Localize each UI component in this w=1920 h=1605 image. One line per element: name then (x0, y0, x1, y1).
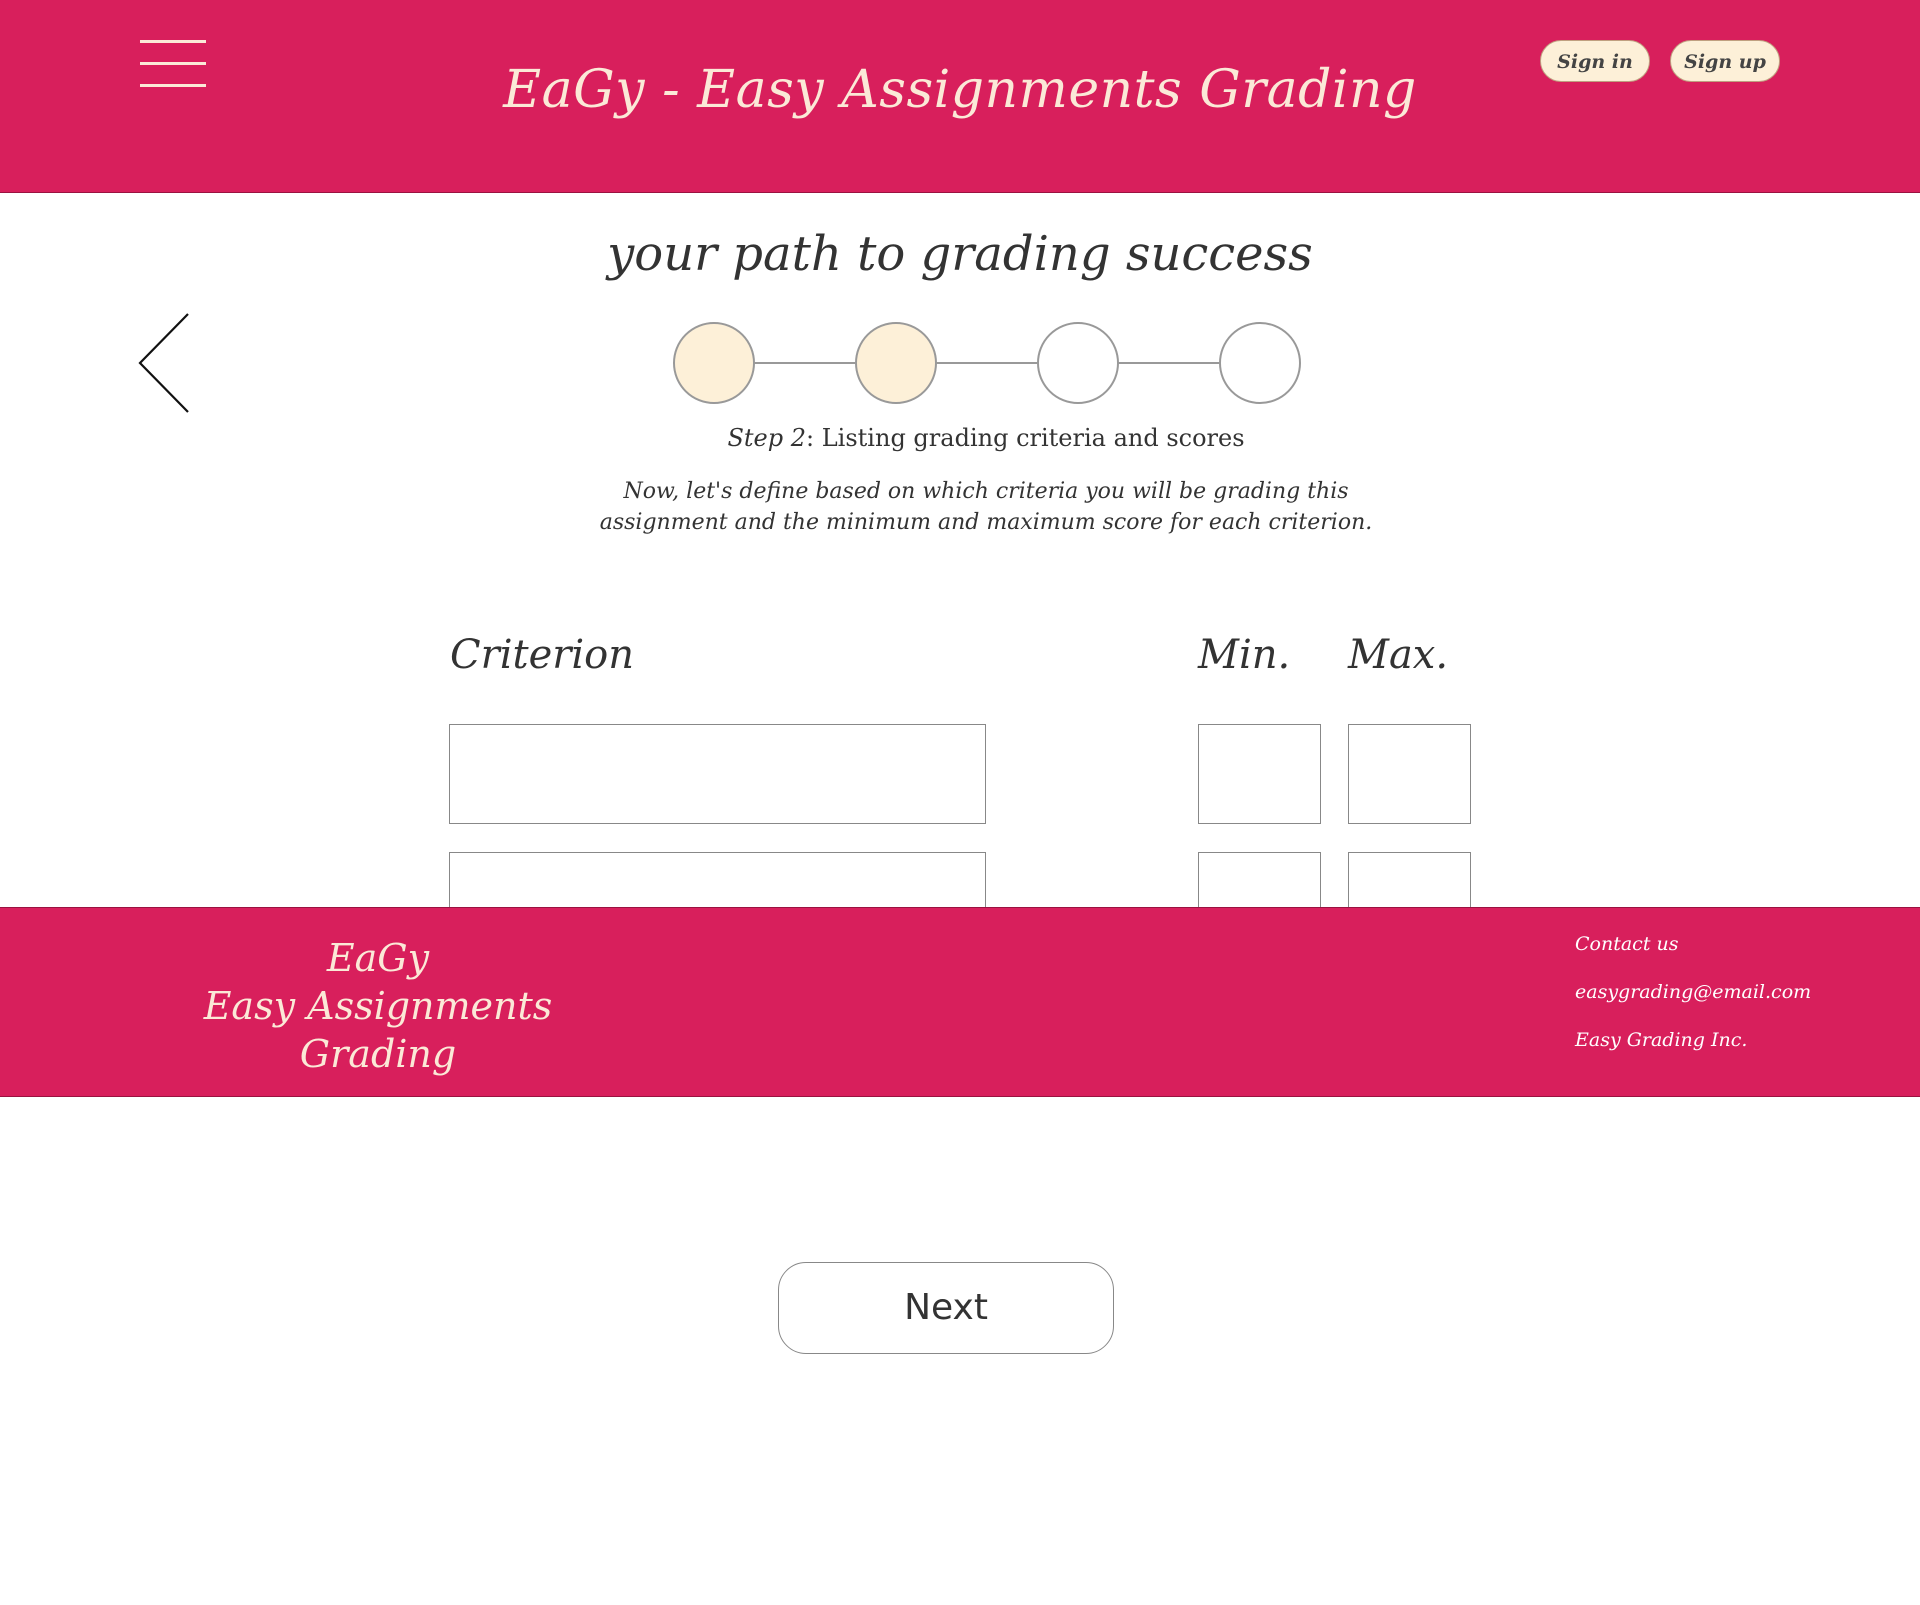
step-connector (1117, 362, 1219, 364)
step-connector (935, 362, 1037, 364)
step-label: Step 2: Listing grading criteria and sco… (0, 424, 1920, 452)
company-name: Easy Grading Inc. (1575, 1029, 1748, 1051)
site-footer: EaGy Easy Assignments Grading Contact us… (0, 907, 1920, 1097)
step-2-indicator (855, 322, 937, 404)
email-link[interactable]: easygrading@email.com (1575, 981, 1811, 1003)
step-description: Now, let's define based on which criteri… (599, 479, 1373, 535)
footer-brand-name: EaGy (326, 936, 430, 980)
step-number: Step 2 (727, 424, 807, 452)
step-3-indicator (1037, 322, 1119, 404)
min-score-input[interactable] (1198, 724, 1321, 824)
footer-links: Contact us easygrading@email.com Easy Gr… (1575, 933, 1811, 1077)
site-header: EaGy - Easy Assignments Grading Sign in … (0, 0, 1920, 193)
progress-stepper (673, 322, 1301, 404)
sign-in-button[interactable]: Sign in (1540, 40, 1650, 82)
step-4-indicator (1219, 322, 1301, 404)
step-1-indicator (673, 322, 755, 404)
footer-brand-tagline: Easy Assignments Grading (203, 984, 553, 1076)
next-button[interactable]: Next (778, 1262, 1114, 1354)
chevron-left-icon[interactable] (136, 312, 192, 414)
max-score-input[interactable] (1348, 852, 1471, 912)
criterion-input[interactable] (449, 852, 986, 912)
criterion-column-header: Criterion (450, 632, 635, 678)
sign-up-button[interactable]: Sign up (1670, 40, 1780, 82)
contact-us-link[interactable]: Contact us (1575, 933, 1811, 955)
page-tagline: your path to grading success (607, 226, 1313, 282)
max-score-input[interactable] (1348, 724, 1471, 824)
max-column-header: Max. (1348, 632, 1449, 678)
step-connector (753, 362, 855, 364)
min-score-input[interactable] (1198, 852, 1321, 912)
footer-brand: EaGy Easy Assignments Grading (138, 934, 618, 1078)
criterion-input[interactable] (449, 724, 986, 824)
step-title: : Listing grading criteria and scores (806, 424, 1245, 452)
min-column-header: Min. (1198, 632, 1291, 678)
